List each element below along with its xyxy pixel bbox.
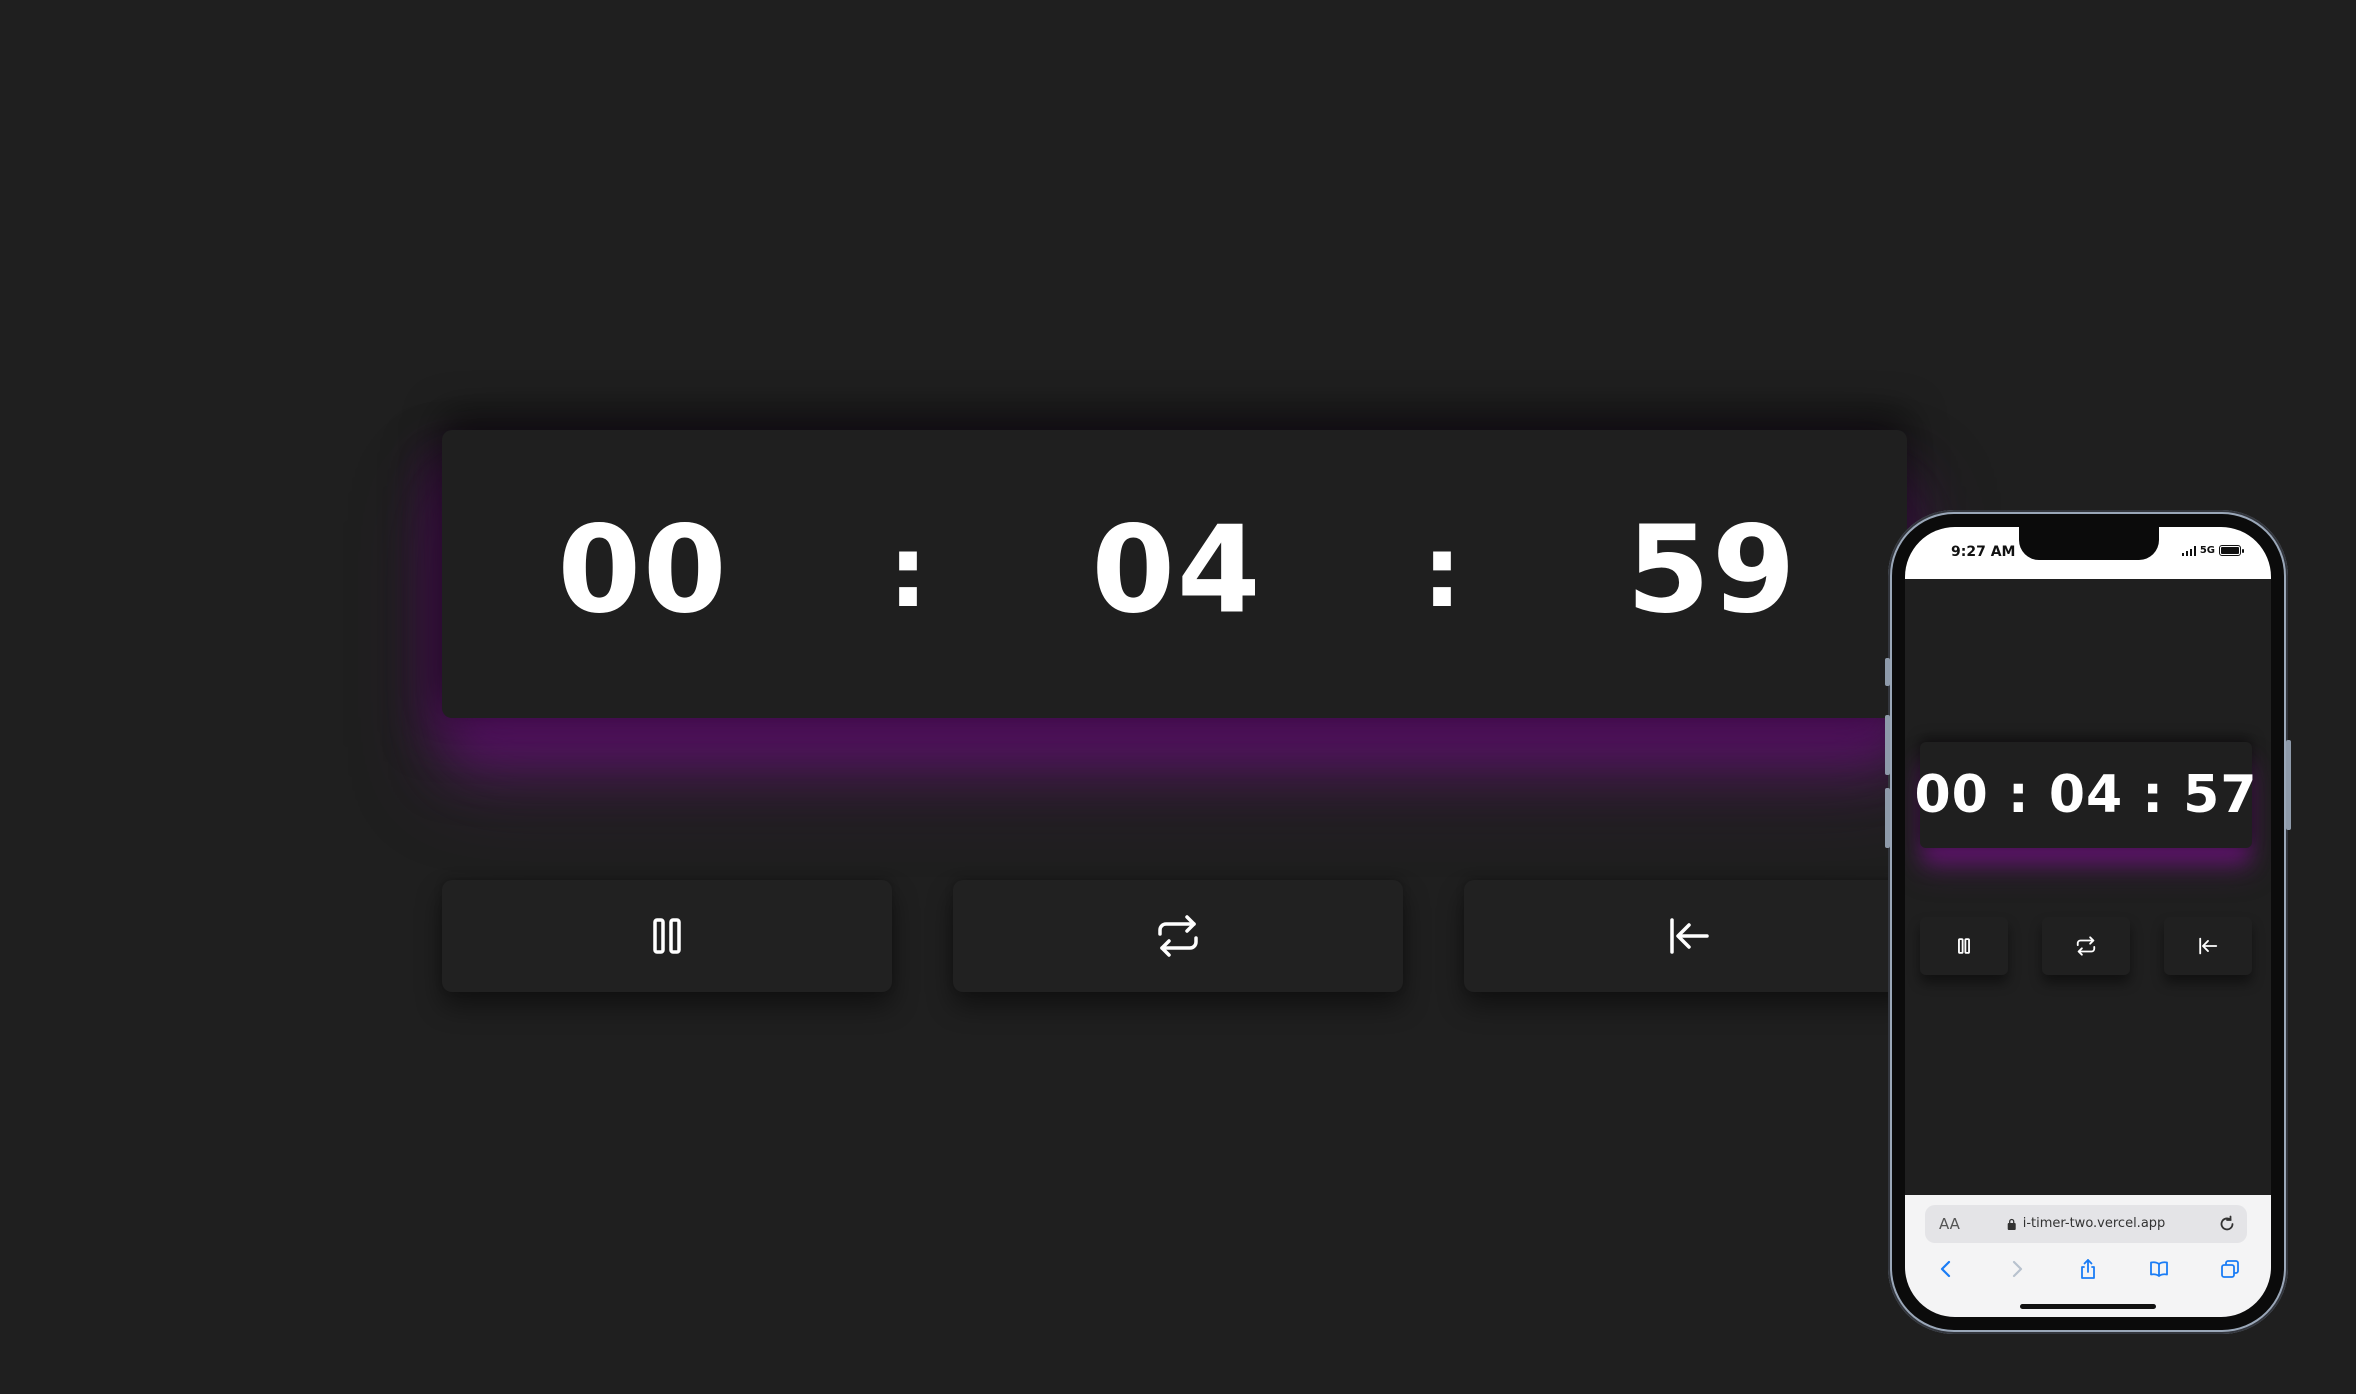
url-text: i-timer-two.vercel.app bbox=[2022, 1216, 2166, 1231]
hours-value: 00 bbox=[557, 501, 729, 641]
mobile-timer-display: 00 : 04 : 57 bbox=[1914, 742, 2257, 848]
text-size-button[interactable]: AA bbox=[1939, 1215, 1960, 1233]
network-label: 5G bbox=[2199, 545, 2215, 556]
browser-toolbar: AA i-timer-two.vercel.app bbox=[1905, 1195, 2271, 1317]
status-bar: 9:27 AM 5G bbox=[1905, 527, 2271, 579]
address-bar[interactable]: AA i-timer-two.vercel.app bbox=[1925, 1205, 2247, 1243]
status-time: 9:27 AM bbox=[1951, 544, 2016, 560]
repeat-icon bbox=[2076, 936, 2096, 956]
minutes-value: 04 bbox=[1091, 501, 1263, 641]
pause-icon bbox=[653, 918, 681, 954]
share-icon[interactable] bbox=[2077, 1258, 2099, 1280]
bookmarks-icon[interactable] bbox=[2148, 1258, 2170, 1280]
pause-icon bbox=[1958, 938, 1970, 954]
phone-mockup: 9:27 AM 5G 00 : 04 : 57 AA i-timer-two.v… bbox=[1885, 510, 2291, 1334]
reset-to-start-icon bbox=[1670, 918, 1709, 954]
lock-icon bbox=[2007, 1218, 2016, 1230]
separator: : bbox=[888, 513, 930, 630]
reload-icon[interactable] bbox=[2217, 1214, 2237, 1234]
seconds-value: 59 bbox=[1626, 501, 1798, 641]
phone-mute-switch bbox=[1885, 658, 1890, 686]
mobile-repeat-button[interactable] bbox=[2042, 917, 2130, 975]
phone-screen: 9:27 AM 5G 00 : 04 : 57 AA i-timer-two.v… bbox=[1905, 527, 2271, 1317]
separator: : bbox=[1422, 513, 1464, 630]
phone-volume-up bbox=[1885, 715, 1890, 775]
mobile-time-value: 00 : 04 : 57 bbox=[1914, 765, 2258, 825]
phone-volume-down bbox=[1885, 788, 1890, 848]
repeat-icon bbox=[1158, 915, 1198, 957]
page: 00 : 04 : 59 9:27 AM 5G 00: 04: 57 AA … bbox=[0, 0, 2356, 1394]
back-icon[interactable] bbox=[1935, 1258, 1957, 1280]
reset-button[interactable] bbox=[1464, 880, 1914, 992]
url-display[interactable]: i-timer-two.vercel.app bbox=[2007, 1216, 2166, 1231]
mobile-pause-button[interactable] bbox=[1920, 917, 2008, 975]
reset-to-start-icon bbox=[2199, 937, 2218, 955]
home-indicator bbox=[2020, 1304, 2156, 1309]
signal-icon bbox=[2181, 545, 2196, 556]
repeat-button[interactable] bbox=[953, 880, 1403, 992]
battery-icon bbox=[2219, 545, 2244, 556]
mobile-reset-button[interactable] bbox=[2164, 917, 2252, 975]
tabs-icon[interactable] bbox=[2219, 1258, 2241, 1280]
phone-power-button bbox=[2286, 740, 2291, 830]
forward-icon[interactable] bbox=[2006, 1258, 2028, 1280]
timer-display: 00 : 04 : 59 bbox=[442, 430, 1907, 718]
notch bbox=[2019, 527, 2159, 560]
pause-button[interactable] bbox=[442, 880, 892, 992]
